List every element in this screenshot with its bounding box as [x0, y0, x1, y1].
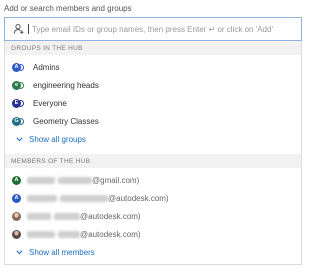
group-item-admins[interactable]: A Admins — [5, 58, 301, 76]
group-icon: E — [12, 98, 27, 108]
member-email-suffix: @autodesk.com) — [80, 211, 141, 221]
members-section-heading: MEMBERS OF THE HUB — [5, 154, 301, 168]
member-email-suffix: @autodesk.com) — [80, 229, 141, 239]
group-item-everyone[interactable]: E Everyone — [5, 94, 301, 112]
show-all-members-button[interactable]: Show all members — [5, 243, 301, 261]
avatar: A — [12, 193, 21, 203]
group-label: Everyone — [33, 98, 67, 108]
group-icon: G — [12, 116, 27, 126]
member-label: @autodesk.com) — [27, 212, 141, 221]
field-label: Add or search members and groups — [4, 4, 132, 13]
member-label: @autodesk.com) — [27, 194, 169, 203]
member-item[interactable]: A @gmail.com) — [5, 171, 301, 189]
text-caret — [28, 24, 29, 34]
member-label: @autodesk.com) — [27, 230, 141, 239]
group-icon: A — [12, 62, 27, 72]
search-box[interactable] — [4, 17, 302, 41]
member-label: @gmail.com) — [27, 176, 139, 185]
member-email-suffix: @gmail.com) — [92, 175, 140, 185]
chevron-down-icon — [15, 135, 23, 143]
member-email-suffix: @autodesk.com) — [108, 193, 169, 203]
show-all-groups-label: Show all groups — [29, 134, 86, 144]
group-item-geometry-classes[interactable]: G Geometry Classes — [5, 112, 301, 130]
add-members-icon — [12, 22, 26, 36]
show-all-groups-button[interactable]: Show all groups — [5, 130, 301, 148]
group-label: engineering heads — [33, 80, 99, 90]
chevron-down-icon — [15, 248, 23, 256]
avatar — [12, 211, 21, 221]
group-label: Admins — [33, 62, 60, 72]
group-icon: e — [12, 80, 27, 90]
member-item[interactable]: @autodesk.com) — [5, 225, 301, 243]
search-input[interactable] — [32, 24, 301, 34]
group-item-engineering-heads[interactable]: e engineering heads — [5, 76, 301, 94]
member-item[interactable]: @autodesk.com) — [5, 207, 301, 225]
suggestions-dropdown: GROUPS IN THE HUB A Admins e engineering… — [4, 41, 302, 265]
group-label: Geometry Classes — [33, 116, 99, 126]
groups-section-heading: GROUPS IN THE HUB — [5, 41, 301, 55]
avatar — [12, 229, 21, 239]
show-all-members-label: Show all members — [29, 247, 95, 257]
member-item[interactable]: A @autodesk.com) — [5, 189, 301, 207]
avatar: A — [12, 175, 21, 185]
